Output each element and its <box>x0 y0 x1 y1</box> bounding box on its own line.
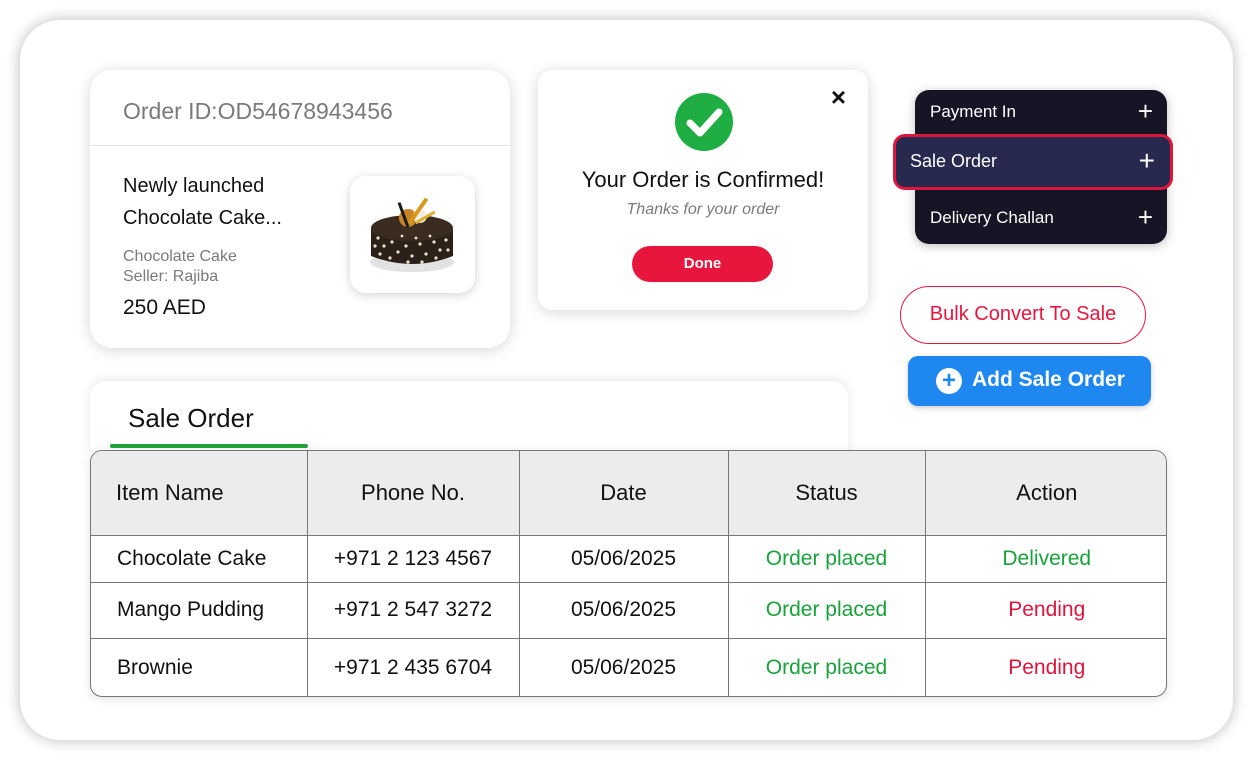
menu-item-sale-order[interactable]: Sale Order + <box>893 134 1173 190</box>
done-button[interactable]: Done <box>632 246 773 282</box>
plus-icon: + <box>1137 96 1153 126</box>
table-header-row: Item Name Phone No. Date Status Action <box>91 451 1166 536</box>
order-status: Order placed <box>728 638 926 696</box>
close-icon[interactable]: × <box>831 82 846 113</box>
table-row[interactable]: Chocolate Cake +971 2 123 4567 05/06/202… <box>91 535 1166 583</box>
tab-sale-order[interactable]: Sale Order <box>128 403 254 434</box>
column-header: Date <box>519 451 729 536</box>
order-date: 05/06/2025 <box>519 638 729 696</box>
confirm-subtitle: Thanks for your order <box>626 201 780 218</box>
sale-order-tab-bar: Sale Order <box>90 381 848 453</box>
order-date: 05/06/2025 <box>519 535 729 583</box>
add-sale-order-button[interactable]: + Add Sale Order <box>908 356 1151 406</box>
chocolate-cake-image <box>370 197 454 272</box>
phone-number: +971 2 547 3272 <box>307 582 520 639</box>
product-title[interactable]: Newly launched Chocolate Cake... <box>123 170 333 234</box>
confirm-title: Your Order is Confirmed! <box>581 167 825 192</box>
seller-name: Seller: Rajiba <box>123 268 219 285</box>
check-circle-icon <box>675 93 733 151</box>
product-details: Chocolate Cake Seller: Rajiba <box>123 247 237 287</box>
column-header: Action <box>925 451 1166 536</box>
order-status: Order placed <box>728 535 926 583</box>
menu-item-label: Payment In <box>930 102 1016 121</box>
item-name: Chocolate Cake <box>91 535 308 583</box>
menu-item-payment-in[interactable]: Payment In + <box>915 90 1167 134</box>
column-header: Status <box>728 451 926 536</box>
menu-item-delivery-challan[interactable]: Delivery Challan + <box>915 196 1167 240</box>
order-id: Order ID:OD54678943456 <box>90 70 510 146</box>
phone-number: +971 2 435 6704 <box>307 638 520 696</box>
plus-circle-icon: + <box>936 368 962 394</box>
item-name: Brownie <box>91 638 308 696</box>
column-header: Phone No. <box>307 451 520 536</box>
table-row[interactable]: Mango Pudding +971 2 547 3272 05/06/2025… <box>91 582 1166 639</box>
bulk-convert-button[interactable]: Bulk Convert To Sale <box>900 286 1146 344</box>
sale-order-table: Item Name Phone No. Date Status Action C… <box>90 450 1167 697</box>
menu-item-label: Delivery Challan <box>930 208 1054 227</box>
add-sale-order-label: Add Sale Order <box>972 368 1125 391</box>
column-header: Item Name <box>91 451 308 536</box>
item-name: Mango Pudding <box>91 582 308 639</box>
menu-item-label: Sale Order <box>910 151 998 171</box>
action-status[interactable]: Pending <box>925 582 1166 639</box>
active-tab-indicator <box>110 444 308 448</box>
product-image[interactable] <box>350 176 475 293</box>
order-confirmed-dialog: × Your Order is Confirmed! Thanks for yo… <box>538 70 868 310</box>
product-price: 250 AED <box>123 296 206 319</box>
order-status: Order placed <box>728 582 926 639</box>
product-name: Chocolate Cake <box>123 248 237 265</box>
order-date: 05/06/2025 <box>519 582 729 639</box>
action-status[interactable]: Delivered <box>925 535 1166 583</box>
action-status[interactable]: Pending <box>925 638 1166 696</box>
phone-number: +971 2 123 4567 <box>307 535 520 583</box>
plus-icon: + <box>1138 145 1155 176</box>
plus-icon: + <box>1137 202 1153 232</box>
order-card: Order ID:OD54678943456 Newly launched Ch… <box>90 70 510 348</box>
table-row[interactable]: Brownie +971 2 435 6704 05/06/2025 Order… <box>91 638 1166 696</box>
